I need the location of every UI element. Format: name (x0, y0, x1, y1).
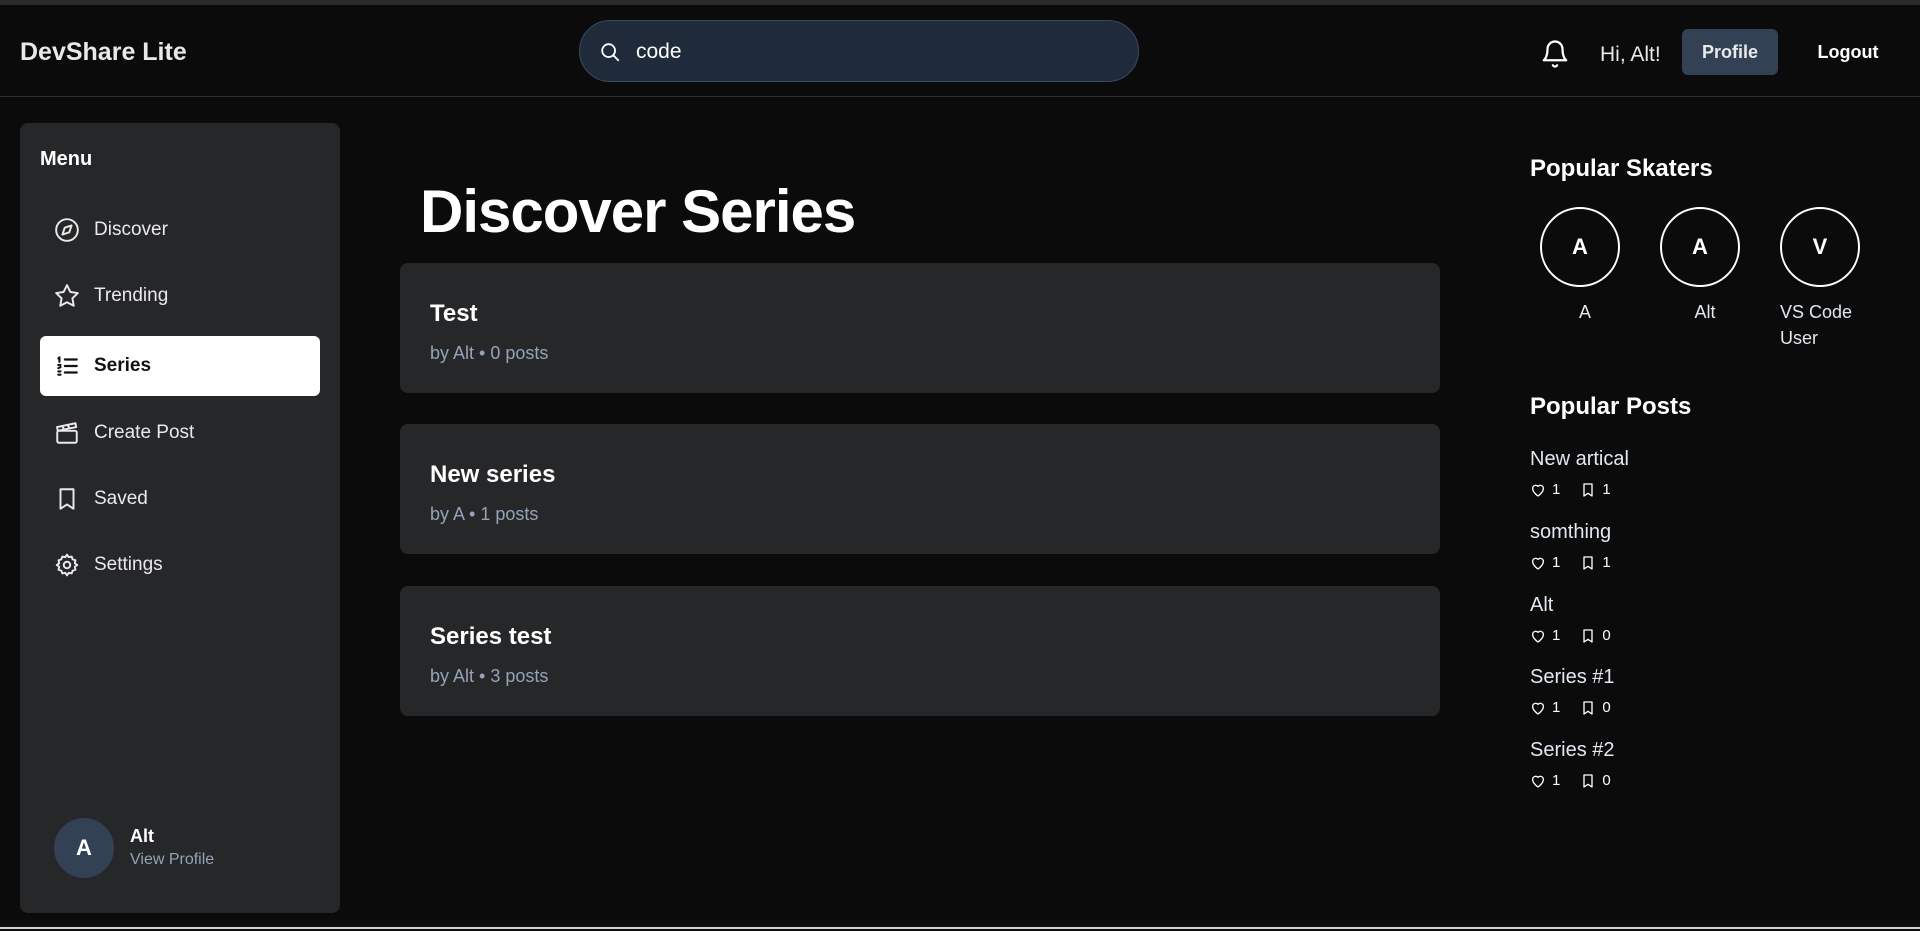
bookmark-icon (1583, 555, 1594, 570)
top-bar: DevShare Lite Hi, Alt! Profile Logout (0, 5, 1920, 97)
avatar[interactable]: A (54, 818, 114, 878)
series-title[interactable]: Test (430, 300, 478, 328)
skater-name: VS Code User (1780, 302, 1853, 348)
save-count: 0 (1602, 772, 1611, 789)
search-box[interactable] (579, 20, 1139, 82)
sidebar-item-trending[interactable]: Trending (40, 266, 320, 326)
bookmark-icon (1583, 700, 1594, 715)
search-icon (601, 43, 620, 62)
avatar[interactable]: A (1660, 207, 1740, 287)
sidebar-item-label: Settings (94, 554, 163, 575)
skater-item[interactable]: A A (1530, 207, 1640, 325)
post-stats: 1 0 (1530, 699, 1830, 716)
popular-skaters-title: Popular Skaters (1530, 155, 1713, 182)
sidebar-item-label: Create Post (94, 422, 195, 443)
list-ordered-icon (57, 356, 78, 376)
post-stats: 1 1 (1530, 554, 1830, 571)
post-stats: 1 0 (1530, 772, 1830, 789)
avatar[interactable]: A (1540, 207, 1620, 287)
sidebar-item-saved[interactable]: Saved (40, 469, 320, 529)
avatar[interactable]: V (1780, 207, 1860, 287)
sidebar-item-label: Discover (94, 219, 168, 240)
save-count: 0 (1602, 627, 1611, 644)
series-meta: by Alt • 3 posts (430, 666, 549, 686)
notification-bell-icon[interactable] (1540, 38, 1570, 70)
bookmark-icon (59, 488, 75, 510)
greeting-text: Hi, Alt! (1600, 43, 1661, 66)
popular-post-item[interactable]: Series #2 1 0 (1530, 739, 1830, 789)
star-icon (55, 284, 79, 307)
bookmark-icon (1583, 482, 1594, 497)
post-title[interactable]: Alt (1530, 594, 1830, 617)
sidebar-item-settings[interactable]: Settings (40, 535, 320, 595)
sidebar-item-discover[interactable]: Discover (40, 200, 320, 260)
sidebar-item-create-post[interactable]: Create Post (40, 403, 320, 463)
post-title[interactable]: somthing (1530, 521, 1830, 544)
popular-posts-title: Popular Posts (1530, 393, 1692, 420)
sidebar-item-series[interactable]: Series (40, 336, 320, 396)
like-count: 1 (1552, 772, 1561, 789)
series-meta: by Alt • 0 posts (430, 343, 549, 363)
search-input[interactable] (636, 35, 1116, 69)
series-title[interactable]: Series test (430, 623, 551, 651)
post-stats: 1 0 (1530, 627, 1830, 644)
heart-icon (1532, 557, 1544, 570)
current-user[interactable]: A Alt View Profile (54, 818, 314, 878)
series-card[interactable]: New series by A • 1 posts (400, 424, 1440, 554)
like-count: 1 (1552, 481, 1561, 498)
brand-logo-text[interactable]: DevShare Lite (20, 38, 187, 67)
sidebar-title: Menu (40, 148, 93, 170)
series-meta: by A • 1 posts (430, 504, 539, 524)
like-count: 1 (1552, 554, 1561, 571)
post-title[interactable]: Series #2 (1530, 739, 1830, 762)
sidebar-item-label: Saved (94, 488, 148, 509)
skater-name: A (1578, 302, 1591, 322)
popular-post-item[interactable]: somthing 1 1 (1530, 521, 1830, 571)
user-name: Alt (130, 826, 154, 846)
popular-post-item[interactable]: New artical 1 1 (1530, 448, 1830, 498)
sidebar-item-label: Trending (94, 285, 169, 306)
view-profile-link[interactable]: View Profile (130, 851, 214, 869)
heart-icon (1532, 775, 1544, 788)
series-title[interactable]: New series (430, 461, 555, 489)
post-title[interactable]: New artical (1530, 448, 1830, 471)
heart-icon (1532, 630, 1544, 643)
series-card[interactable]: Series test by Alt • 3 posts (400, 586, 1440, 716)
save-count: 1 (1602, 481, 1611, 498)
bookmark-icon (1583, 773, 1594, 788)
skater-item[interactable]: A Alt (1650, 207, 1760, 325)
heart-icon (1532, 484, 1544, 497)
save-count: 1 (1602, 554, 1611, 571)
bookmark-icon (1583, 628, 1594, 643)
clapperboard-icon (56, 422, 78, 444)
compass-icon (55, 218, 79, 242)
like-count: 1 (1552, 699, 1561, 716)
gear-icon (55, 553, 79, 577)
skater-name: Alt (1694, 302, 1716, 322)
popular-post-item[interactable]: Series #1 1 0 (1530, 666, 1830, 716)
save-count: 0 (1602, 699, 1611, 716)
profile-button[interactable]: Profile (1682, 29, 1778, 75)
post-title[interactable]: Series #1 (1530, 666, 1830, 689)
skater-item[interactable]: V VS Code User (1770, 207, 1880, 351)
heart-icon (1532, 702, 1544, 715)
page-title: Discover Series (420, 178, 856, 245)
app-window: DevShare Lite Hi, Alt! Profile Logout Me… (0, 0, 1920, 929)
like-count: 1 (1552, 627, 1561, 644)
sidebar-item-label: Series (94, 355, 152, 376)
series-card[interactable]: Test by Alt • 0 posts (400, 263, 1440, 393)
logout-button[interactable]: Logout (1800, 29, 1896, 75)
sidebar: Menu Discover Trending Series Create Pos… (20, 123, 340, 913)
popular-post-item[interactable]: Alt 1 0 (1530, 594, 1830, 644)
post-stats: 1 1 (1530, 481, 1830, 498)
